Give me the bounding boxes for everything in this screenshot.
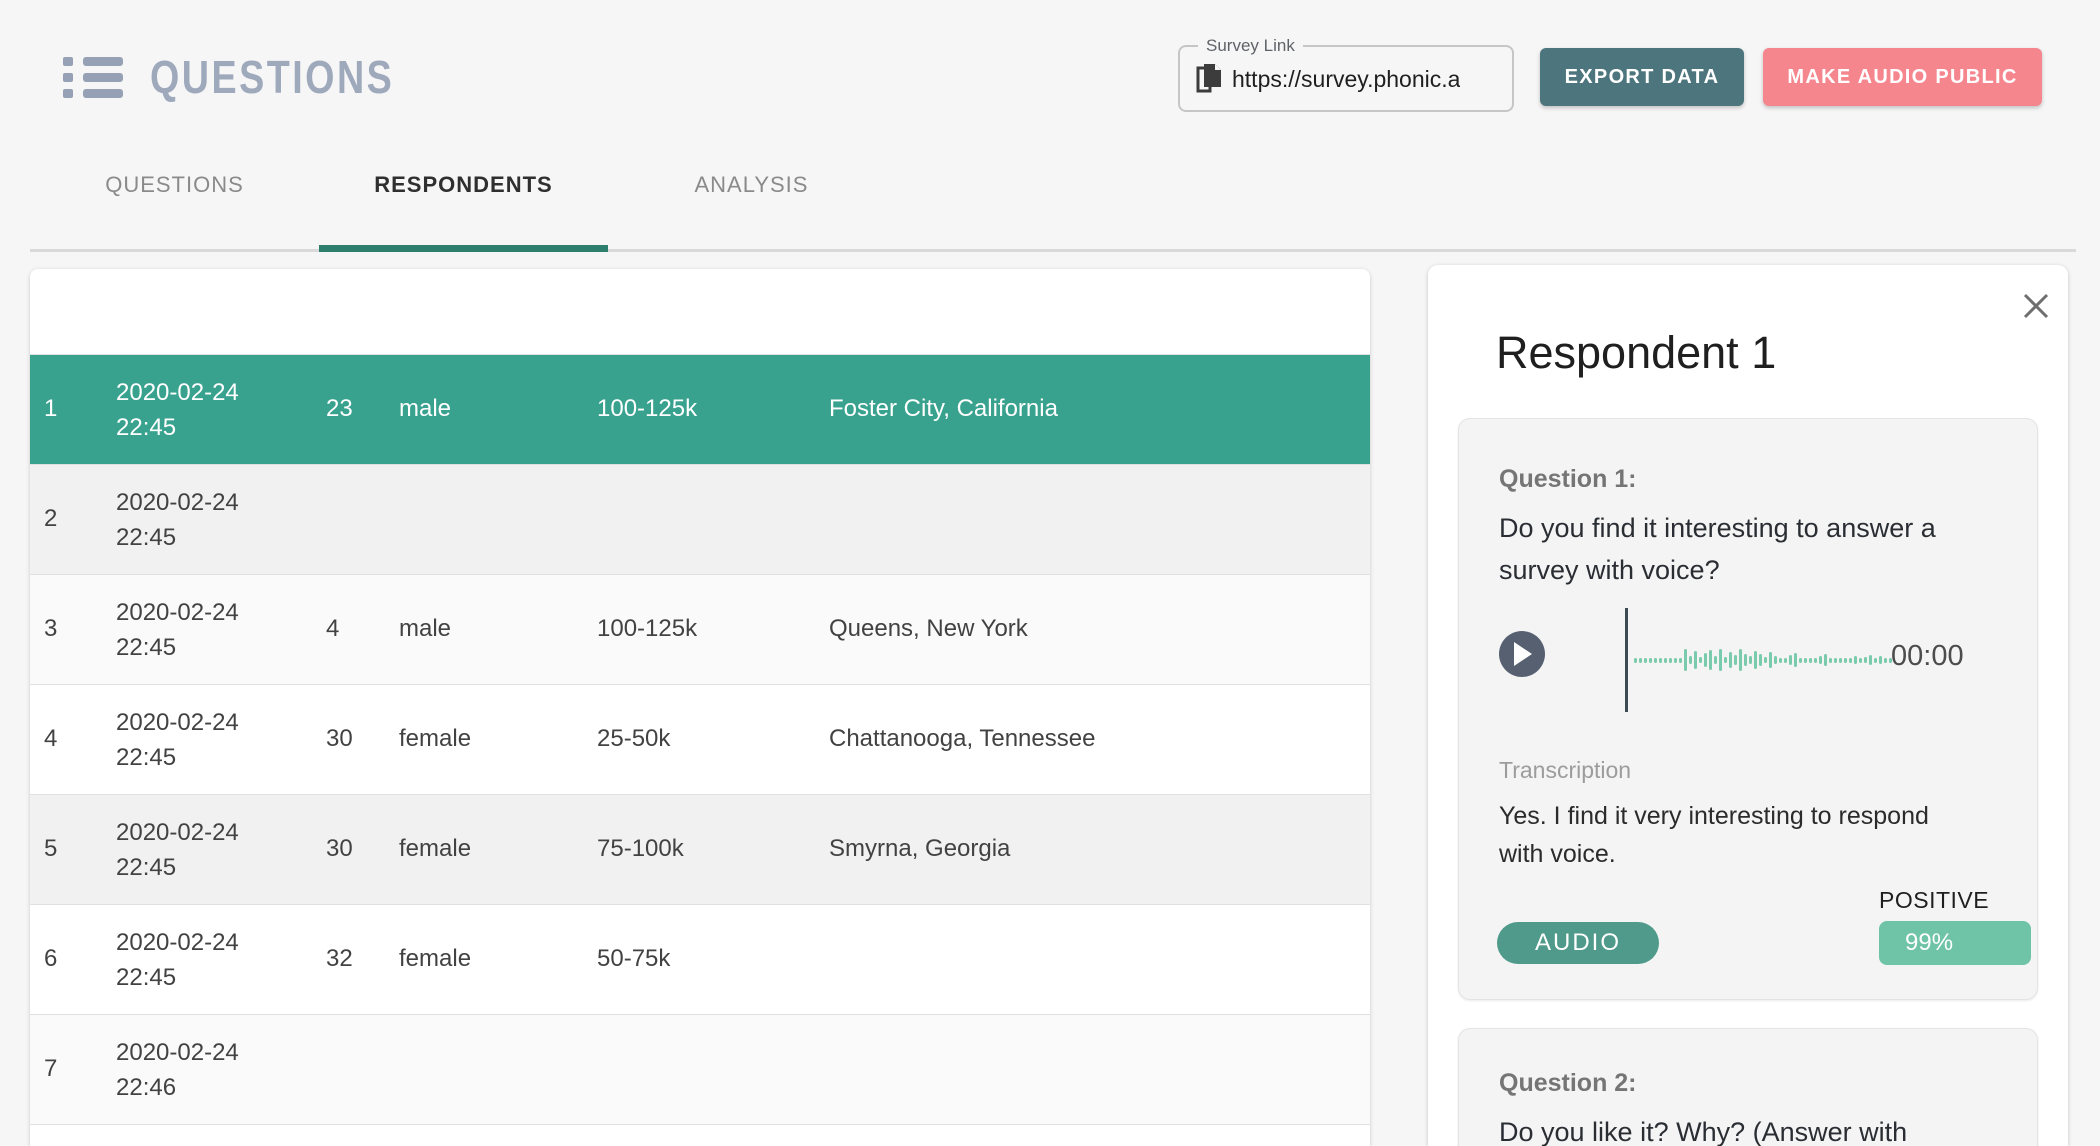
table-row[interactable]: 3 2020-02-2422:45 4 male 100-125k Queens… <box>30 574 1370 684</box>
respondent-detail-panel: Respondent 1 Question 1: Do you find it … <box>1428 265 2068 1146</box>
waveform[interactable] <box>1634 624 1896 696</box>
transcript-text: Yes. I find it very interesting to respo… <box>1499 797 1979 873</box>
table-row[interactable]: 5 2020-02-2422:45 30 female 75-100k Smyr… <box>30 794 1370 904</box>
table-row[interactable] <box>30 1124 1370 1146</box>
transcription-label: Transcription <box>1499 757 1631 784</box>
question-2-label: Question 2: <box>1499 1069 1637 1098</box>
sentiment-score-badge: 99% <box>1879 921 2031 965</box>
phonic-survey-dashboard: QUESTIONS Survey Link https://survey.pho… <box>0 0 2100 1146</box>
table-row[interactable]: 7 2020-02-2422:46 <box>30 1014 1370 1124</box>
close-icon[interactable] <box>2022 292 2050 320</box>
table-row[interactable]: 6 2020-02-2422:45 32 female 50-75k <box>30 904 1370 1014</box>
page-title: QUESTIONS <box>150 50 394 104</box>
tab-questions[interactable]: QUESTIONS <box>30 160 319 245</box>
list-icon <box>63 57 123 99</box>
make-audio-public-button[interactable]: MAKE AUDIO PUBLIC <box>1763 48 2042 106</box>
play-button[interactable] <box>1499 631 1545 677</box>
survey-link-url[interactable]: https://survey.phonic.a <box>1232 66 1460 93</box>
tab-analysis[interactable]: ANALYSIS <box>607 160 896 245</box>
respondent-title: Respondent 1 <box>1496 327 1776 379</box>
respondents-table: # DATE AGE GENDER HOUSEHOLD INCOME LOCAT… <box>30 269 1370 1146</box>
question-1-card: Question 1: Do you find it interesting t… <box>1458 418 2038 1000</box>
question-2-text: Do you like it? Why? (Answer with <box>1499 1111 1999 1146</box>
survey-link-label: Survey Link <box>1198 36 1303 56</box>
question-1-label: Question 1: <box>1499 465 1637 494</box>
table-row[interactable]: 1 2020-02-2422:45 23 male 100-125k Foste… <box>30 354 1370 464</box>
tab-respondents[interactable]: RESPONDENTS <box>319 160 608 245</box>
audio-time: 00:00 <box>1891 640 1964 673</box>
question-2-card: Question 2: Do you like it? Why? (Answer… <box>1458 1028 2038 1146</box>
table-row[interactable]: 4 2020-02-2422:45 30 female 25-50k Chatt… <box>30 684 1370 794</box>
copy-icon[interactable] <box>1196 64 1222 94</box>
question-1-text: Do you find it interesting to answer a s… <box>1499 507 1999 591</box>
active-tab-indicator <box>319 245 608 252</box>
sentiment-label: POSITIVE <box>1879 887 1989 914</box>
survey-link-field[interactable]: Survey Link https://survey.phonic.a <box>1178 36 1514 112</box>
table-row[interactable]: 2 2020-02-2422:45 <box>30 464 1370 574</box>
export-data-button[interactable]: EXPORT DATA <box>1540 48 1744 106</box>
audio-playhead <box>1625 608 1628 712</box>
audio-type-badge: AUDIO <box>1497 922 1659 964</box>
